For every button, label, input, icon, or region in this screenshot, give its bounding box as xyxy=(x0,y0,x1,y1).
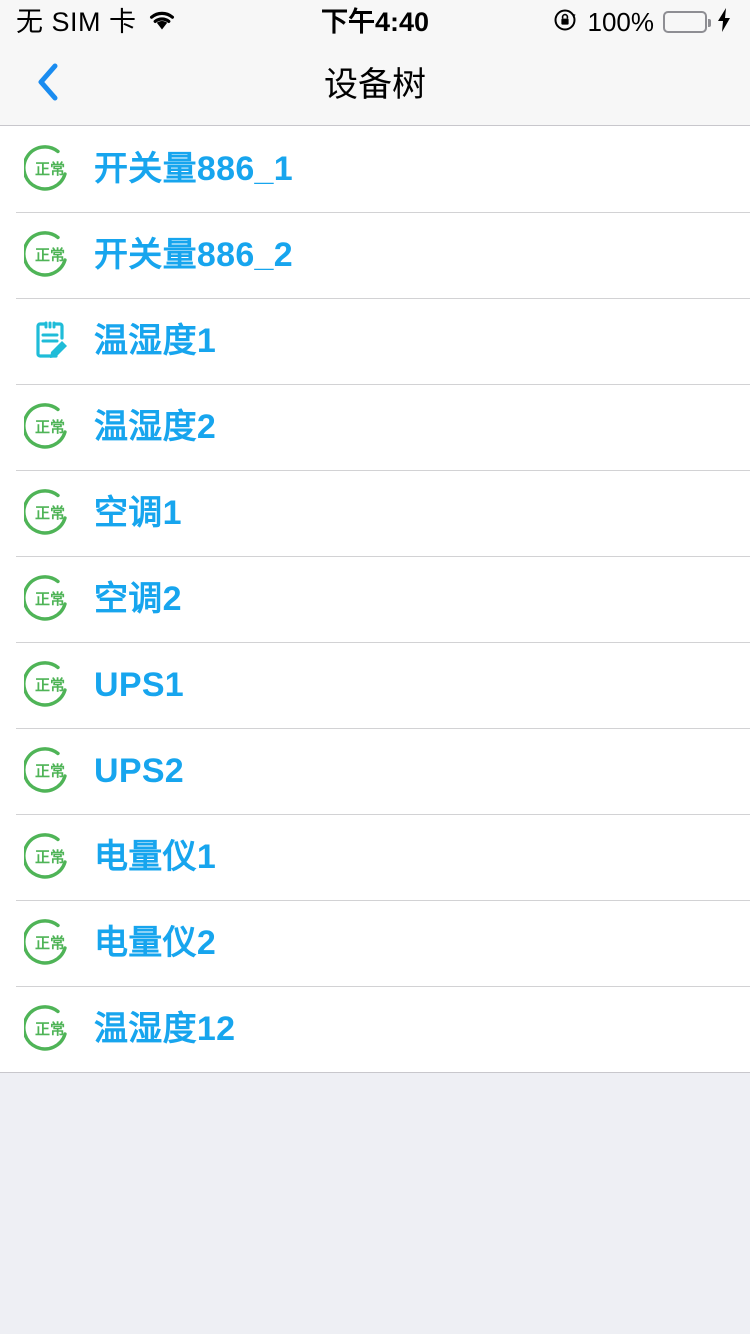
status-ring-label: 正常 xyxy=(35,160,65,178)
status-normal-icon: 正常 xyxy=(22,829,78,885)
status-normal-icon: 正常 xyxy=(22,743,78,799)
device-name-label: 电量仪1 xyxy=(94,838,217,876)
device-row[interactable]: 正常 温湿度2 xyxy=(0,384,750,470)
status-ring-label: 正常 xyxy=(35,504,65,522)
status-ring-label: 正常 xyxy=(35,590,65,608)
status-ring-label: 正常 xyxy=(35,246,65,264)
rotation-lock-icon xyxy=(553,7,579,38)
status-ring-label: 正常 xyxy=(35,848,65,866)
status-normal-icon: 正常 xyxy=(22,141,78,197)
navigation-bar: 设备树 xyxy=(0,44,750,126)
chevron-left-icon xyxy=(35,62,61,107)
battery-percent-label: 100% xyxy=(587,7,655,37)
device-row[interactable]: 正常 开关量886_1 xyxy=(0,126,750,212)
device-name-label: 开关量886_2 xyxy=(94,236,293,274)
device-row[interactable]: 温湿度1 xyxy=(0,298,750,384)
status-ring-label: 正常 xyxy=(35,934,65,952)
device-name-label: 空调2 xyxy=(94,580,182,618)
device-name-label: 电量仪2 xyxy=(94,924,217,962)
page-title: 设备树 xyxy=(324,65,426,104)
status-bar-left: 无 SIM 卡 xyxy=(16,6,177,37)
status-normal-icon: 正常 xyxy=(22,915,78,971)
device-name-label: 开关量886_1 xyxy=(94,150,293,188)
lightning-bolt-icon xyxy=(716,7,732,37)
status-ring-label: 正常 xyxy=(35,418,65,436)
status-normal-icon: 正常 xyxy=(22,227,78,283)
device-tree-list: 正常 开关量886_1 正常 开关量886_2 温湿度1 正常 温湿度2 正常 … xyxy=(0,126,750,1073)
status-bar: 无 SIM 卡 下午4:40 100% xyxy=(0,0,750,44)
status-normal-icon: 正常 xyxy=(22,399,78,455)
status-bar-right: 100% xyxy=(553,7,733,38)
carrier-label: 无 SIM 卡 xyxy=(16,6,137,37)
device-row[interactable]: 正常 开关量886_2 xyxy=(0,212,750,298)
note-edit-icon xyxy=(22,313,78,369)
device-row[interactable]: 正常 电量仪2 xyxy=(0,900,750,986)
back-button[interactable] xyxy=(0,44,90,126)
device-row[interactable]: 正常 UPS1 xyxy=(0,642,750,728)
device-name-label: 温湿度1 xyxy=(94,322,217,360)
wifi-icon xyxy=(147,9,177,36)
device-row[interactable]: 正常 UPS2 xyxy=(0,728,750,814)
device-name-label: 温湿度12 xyxy=(94,1010,236,1048)
battery-full-icon xyxy=(663,11,711,33)
device-name-label: UPS1 xyxy=(94,666,185,704)
status-normal-icon: 正常 xyxy=(22,657,78,713)
device-row[interactable]: 正常 电量仪1 xyxy=(0,814,750,900)
device-name-label: 空调1 xyxy=(94,494,182,532)
status-ring-label: 正常 xyxy=(35,676,65,694)
status-normal-icon: 正常 xyxy=(22,571,78,627)
status-normal-icon: 正常 xyxy=(22,485,78,541)
status-normal-icon: 正常 xyxy=(22,1001,78,1057)
device-name-label: 温湿度2 xyxy=(94,408,217,446)
clock-label: 下午4:40 xyxy=(320,6,430,37)
device-row[interactable]: 正常 温湿度12 xyxy=(0,986,750,1072)
device-row[interactable]: 正常 空调1 xyxy=(0,470,750,556)
device-row[interactable]: 正常 空调2 xyxy=(0,556,750,642)
status-ring-label: 正常 xyxy=(35,1020,65,1038)
device-name-label: UPS2 xyxy=(94,752,185,790)
status-ring-label: 正常 xyxy=(35,762,65,780)
